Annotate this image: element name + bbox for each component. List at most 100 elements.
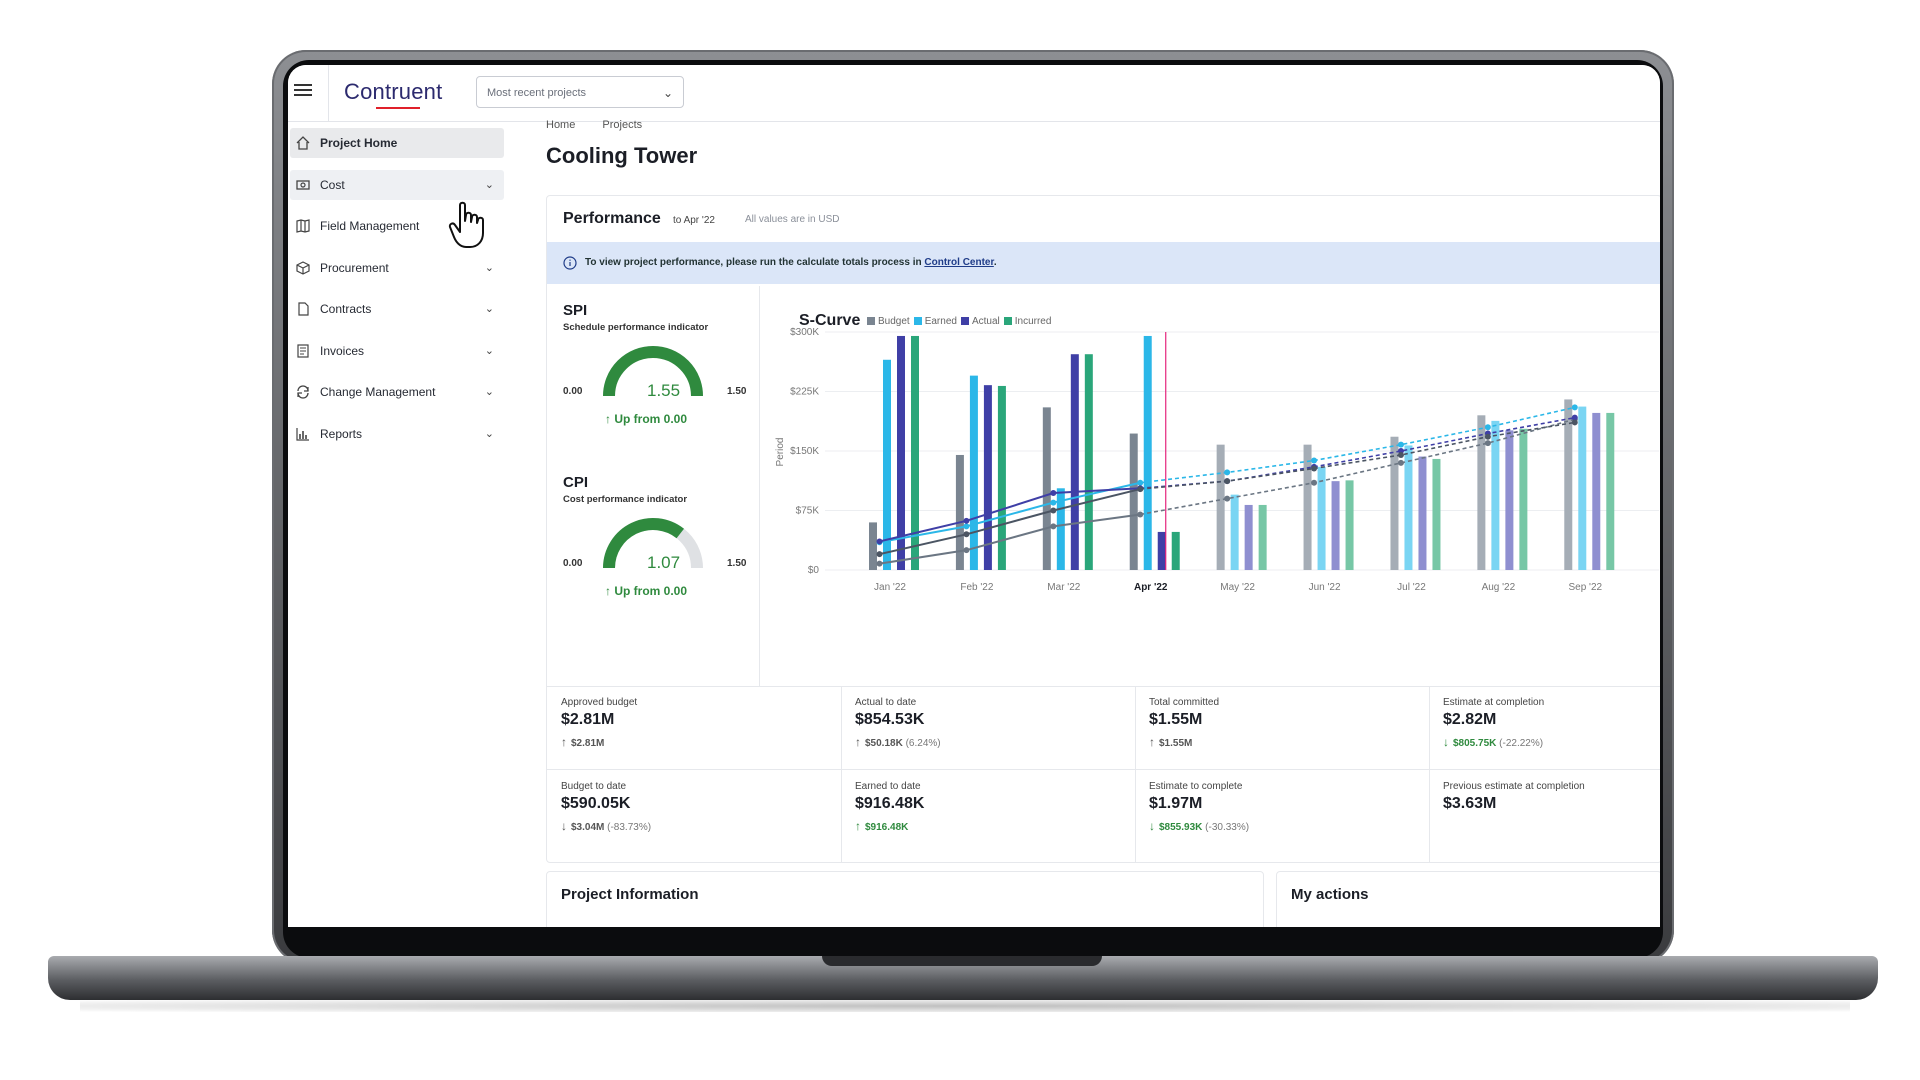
info-icon <box>563 256 577 270</box>
cpi-subtitle: Cost performance indicator <box>563 494 688 505</box>
kpi-value: $1.97M <box>1149 795 1203 812</box>
kpi-delta-value: $50.18K <box>865 738 903 749</box>
y-axis-label: Period <box>775 438 786 467</box>
box-icon <box>296 260 310 275</box>
bar-incurred <box>1084 354 1093 570</box>
x-tick-label: May '22 <box>1220 582 1255 593</box>
breadcrumb: Home Projects <box>546 119 666 131</box>
arrow-up-icon: ↑ <box>855 819 861 833</box>
line-point-earned <box>1224 469 1231 476</box>
app-logo[interactable]: Contruent <box>344 79 442 105</box>
line-point-incurred <box>1224 478 1231 485</box>
chevron-down-icon[interactable]: ⌄ <box>485 336 494 366</box>
x-tick-label: Apr '22 <box>1134 582 1168 593</box>
project-select[interactable]: Most recent projects ⌄ <box>476 76 684 108</box>
cpi-trend: ↑ Up from 0.00 <box>605 584 687 598</box>
sidebar-item-change-management[interactable]: Change Management ⌄ <box>290 377 504 407</box>
bar-earned <box>969 375 978 570</box>
arrow-up-icon: ↑ <box>605 584 615 598</box>
chevron-down-icon[interactable]: ⌄ <box>485 377 494 407</box>
line-point-earned <box>1050 499 1057 506</box>
sidebar-item-contracts[interactable]: Contracts ⌄ <box>290 294 504 324</box>
legend-swatch <box>960 317 969 326</box>
kpi-label: Earned to date <box>855 781 921 792</box>
topbar-divider <box>328 65 329 121</box>
line-point-actual <box>876 538 883 545</box>
kpi-row-divider <box>547 769 1660 770</box>
chevron-down-icon[interactable]: ⌄ <box>485 253 494 283</box>
x-tick-label: Sep '22 <box>1568 582 1602 593</box>
chevron-down-icon[interactable]: ⌄ <box>485 170 494 200</box>
sidebar-item-project-home[interactable]: Project Home <box>290 128 504 158</box>
cpi-trend-text: Up from 0.00 <box>614 584 688 598</box>
kpi-delta-value: $2.81M <box>571 738 605 749</box>
document-icon <box>298 302 309 316</box>
line-point-budget <box>1224 495 1231 502</box>
kpi-label: Estimate at completion <box>1443 697 1545 708</box>
y-tick-label: $75K <box>796 506 820 517</box>
cpi-min: 0.00 <box>563 558 583 569</box>
spi-trend-text: Up from 0.00 <box>614 412 688 426</box>
menu-icon[interactable] <box>294 81 316 103</box>
control-center-link[interactable]: Control Center <box>924 257 993 268</box>
kpi-delta-value: $3.04M <box>571 822 605 833</box>
bar-actual <box>983 385 992 570</box>
cpi-max: 1.50 <box>727 558 747 569</box>
sidebar-item-procurement[interactable]: Procurement ⌄ <box>290 253 504 283</box>
line-point-earned <box>1571 404 1578 411</box>
page-title: Cooling Tower <box>546 143 698 168</box>
bar-incurred <box>997 385 1006 570</box>
x-tick-label: Jun '22 <box>1309 582 1341 593</box>
kpi-value: $2.82M <box>1443 711 1497 728</box>
kpi-value: $854.53K <box>855 711 925 728</box>
chevron-down-icon[interactable]: ⌄ <box>485 294 494 324</box>
sidebar-item-label: Cost <box>320 177 345 192</box>
line-point-budget <box>1137 511 1144 518</box>
y-tick-label: $225K <box>790 387 819 398</box>
performance-panel: Performance to Apr '22 All values are in… <box>546 195 1660 863</box>
line-point-incurred <box>1484 433 1491 440</box>
bar-actual <box>1331 481 1340 570</box>
sidebar-item-label: Contracts <box>320 302 372 316</box>
kpi-budget-to-date: Budget to date $590.05K ↓ $3.04M (-83.73%) <box>547 771 825 851</box>
home-icon <box>296 136 310 150</box>
chart-icon <box>296 427 309 441</box>
legend-swatch <box>867 317 875 326</box>
kpi-delta: ↑ $916.48K <box>855 819 908 833</box>
project-information-card[interactable]: Project Information <box>546 871 1264 927</box>
spi-value: 1.55 <box>647 381 681 400</box>
bar-earned <box>1404 445 1413 570</box>
my-actions-card[interactable]: My actions <box>1276 871 1660 927</box>
arrow-down-icon: ↓ <box>1149 819 1155 833</box>
app-screen: Contruent Most recent projects ⌄ Project… <box>288 65 1660 927</box>
x-tick-label: Aug '22 <box>1482 582 1516 593</box>
top-bar: Contruent Most recent projects ⌄ <box>288 65 1660 122</box>
sidebar-item-cost[interactable]: Cost ⌄ <box>290 169 504 200</box>
breadcrumb-home[interactable]: Home <box>546 119 575 131</box>
breadcrumb-projects[interactable]: Projects <box>602 119 642 131</box>
arrow-up-icon: ↑ <box>1149 735 1155 749</box>
line-point-earned <box>963 523 970 530</box>
spi-subtitle: Schedule performance indicator <box>563 322 709 333</box>
bar-actual <box>1244 504 1253 570</box>
kpi-label: Actual to date <box>855 697 917 708</box>
invoice-icon <box>297 343 309 358</box>
x-tick-label: Feb '22 <box>960 582 993 593</box>
kpi-earned-to-date: Earned to date $916.48K ↑ $916.48K <box>841 771 1119 851</box>
chevron-down-icon[interactable]: ⌄ <box>485 419 494 449</box>
kpi-estimate-to-complete: Estimate to complete $1.97M ↓ $855.93K (-30… <box>1135 771 1413 851</box>
sidebar-item-reports[interactable]: Reports ⌄ <box>290 419 504 449</box>
sidebar-item-label: Reports <box>320 426 363 441</box>
refresh-icon <box>297 385 309 399</box>
line-point-budget <box>963 547 970 554</box>
line-point-earned <box>1397 441 1404 448</box>
bar-actual <box>1418 456 1427 570</box>
line-point-incurred <box>1137 486 1144 493</box>
spi-min: 0.00 <box>563 386 583 397</box>
line-point-actual <box>1050 490 1057 497</box>
cost-icon <box>296 179 310 190</box>
banner-text-end: . <box>993 257 997 268</box>
sidebar-item-invoices[interactable]: Invoices ⌄ <box>290 336 504 366</box>
kpi-delta-value: $1.55M <box>1159 738 1193 749</box>
kpi-value: $2.81M <box>561 711 615 728</box>
